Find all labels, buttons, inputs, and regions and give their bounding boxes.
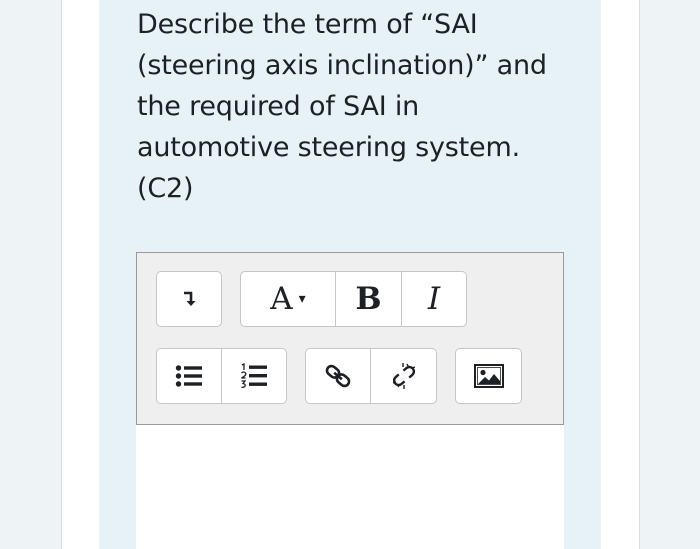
link-icon <box>325 364 351 388</box>
font-style-button[interactable]: A ▾ <box>241 272 336 326</box>
toolbar-group-lists <box>156 348 287 404</box>
question-line: (C2) <box>137 173 194 204</box>
answer-text-area[interactable] <box>136 425 564 549</box>
bulleted-list-icon <box>175 365 202 387</box>
bold-button[interactable]: B <box>336 272 402 326</box>
link-button[interactable] <box>306 349 371 403</box>
expand-toolbar-icon <box>184 291 196 306</box>
bulleted-list-button[interactable] <box>157 349 222 403</box>
chevron-down-icon: ▾ <box>298 291 306 307</box>
italic-label: I <box>427 281 441 317</box>
unlink-button[interactable] <box>371 349 436 403</box>
toolbar-group-expand <box>156 271 222 327</box>
question-line: the required of SAI in <box>137 91 420 122</box>
left-margin <box>0 0 62 549</box>
unlink-icon <box>392 363 415 389</box>
right-margin <box>639 0 700 549</box>
toolbar-group-links <box>305 348 437 404</box>
show-more-buttons[interactable] <box>157 272 221 326</box>
question-line: automotive steering system. <box>137 132 520 163</box>
insert-image-button[interactable] <box>456 349 521 403</box>
question-text: Describe the term of “SAI (steering axis… <box>137 4 577 209</box>
answer-editor: A ▾ B I <box>136 252 564 549</box>
numbered-list-button[interactable] <box>222 349 286 403</box>
bold-label: B <box>355 281 382 317</box>
question-line: Describe the term of “SAI <box>137 9 478 40</box>
toolbar-group-format: A ▾ B I <box>240 271 467 327</box>
image-icon <box>473 364 504 388</box>
toolbar-group-media <box>455 348 522 404</box>
question-line: (steering axis inclination)” and <box>137 50 547 81</box>
italic-button[interactable]: I <box>402 272 466 326</box>
numbered-list-icon <box>241 363 267 389</box>
font-style-label: A <box>270 281 293 317</box>
editor-toolbar: A ▾ B I <box>136 252 564 425</box>
